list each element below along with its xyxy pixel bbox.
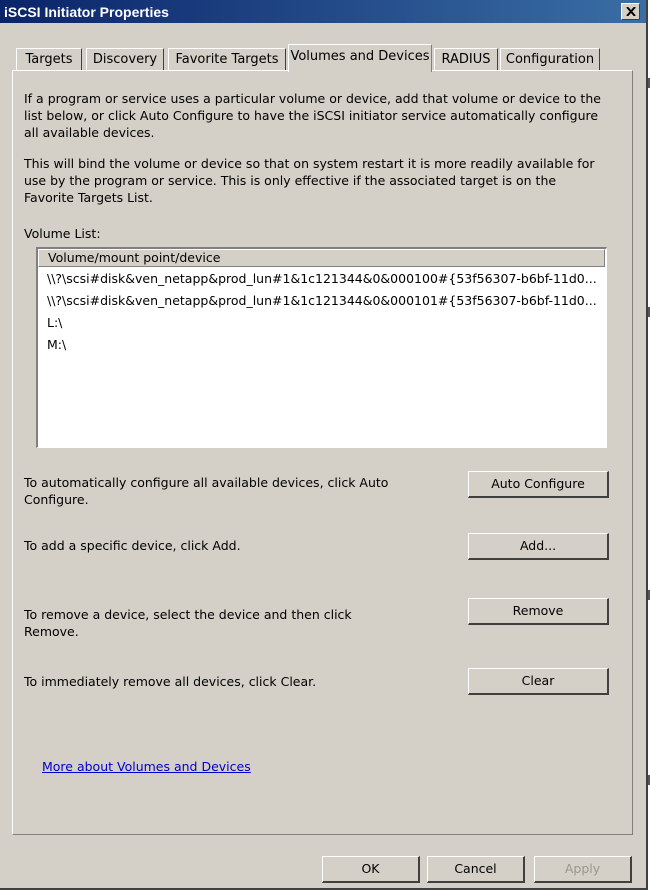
auto-configure-button[interactable]: Auto Configure [468,471,609,498]
tab-favorite-targets[interactable]: Favorite Targets [168,48,286,70]
tab-volumes-and-devices[interactable]: Volumes and Devices [288,44,432,72]
clear-text: To immediately remove all devices, click… [24,674,317,689]
column-header-volume[interactable]: Volume/mount point/device [38,249,605,267]
list-item[interactable]: \\?\scsi#disk&ven_netapp&prod_lun#1&1c12… [47,291,603,311]
tab-targets[interactable]: Targets [16,48,82,70]
tab-discovery[interactable]: Discovery [86,48,164,70]
remove-text: To remove a device, select the device an… [24,607,352,639]
intro-text: If a program or service uses a particula… [24,91,601,140]
list-item[interactable]: M:\ [47,335,603,355]
remove-button[interactable]: Remove [468,598,609,625]
volume-list[interactable]: Volume/mount point/device \\?\scsi#disk&… [36,247,607,448]
iscsi-properties-dialog: iSCSI Initiator Properties Targets Disco… [0,0,648,890]
bind-note-text: This will bind the volume or device so t… [24,156,595,205]
apply-button[interactable]: Apply [534,856,632,883]
close-icon [626,7,636,16]
list-item[interactable]: L:\ [47,313,603,333]
add-text: To add a specific device, click Add. [24,538,241,553]
clear-button[interactable]: Clear [468,668,609,695]
ok-button[interactable]: OK [322,856,420,883]
cancel-button[interactable]: Cancel [427,856,525,883]
add-button[interactable]: Add... [468,533,609,560]
list-item[interactable]: \\?\scsi#disk&ven_netapp&prod_lun#1&1c12… [47,269,603,289]
help-link-volumes-devices[interactable]: More about Volumes and Devices [42,759,251,774]
tab-configuration[interactable]: Configuration [500,48,600,70]
close-button[interactable] [621,3,640,20]
auto-configure-text: To automatically configure all available… [24,475,389,507]
window-title: iSCSI Initiator Properties [4,4,169,20]
tab-radius[interactable]: RADIUS [434,48,498,70]
title-bar[interactable]: iSCSI Initiator Properties [0,0,646,23]
volume-list-label: Volume List: [24,226,101,241]
